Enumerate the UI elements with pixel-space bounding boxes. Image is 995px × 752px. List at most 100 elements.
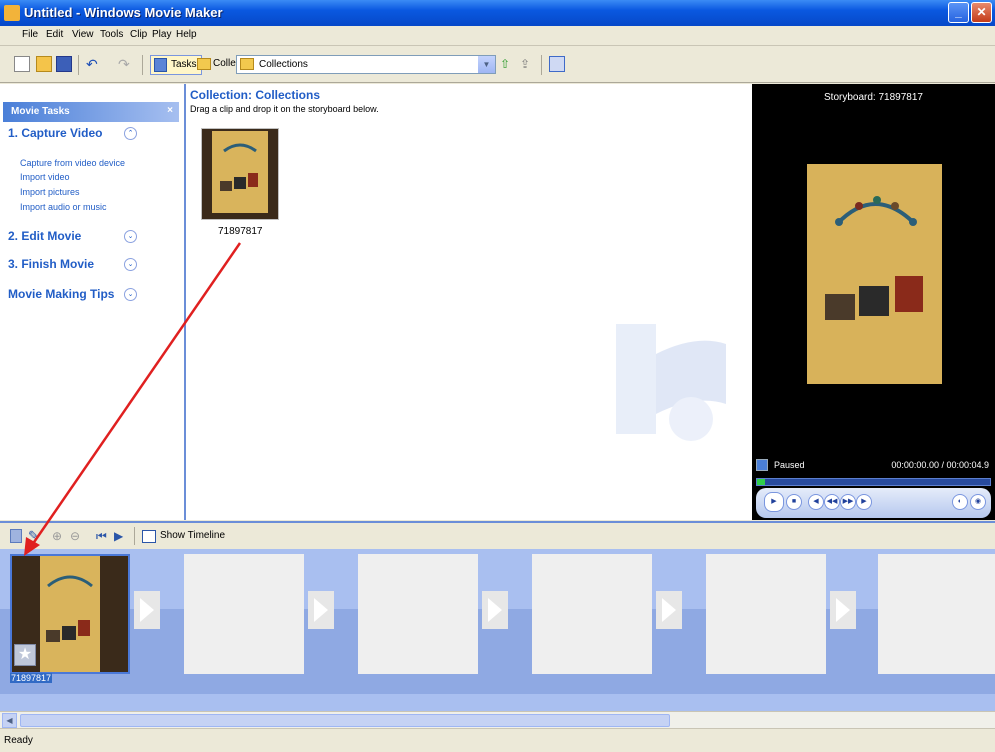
chevron-down-icon[interactable]: ⌄ [124, 288, 137, 301]
new-project-icon[interactable] [14, 56, 30, 72]
toolbar: ↶ ↷ Tasks Collections Collections ▼ ⇧ ⇪ [0, 47, 995, 83]
clip-thumbnail-image [202, 129, 278, 219]
menu-help[interactable]: Help [176, 29, 197, 40]
status-bar: Ready [0, 728, 995, 752]
previous-frame-icon[interactable]: ◀ [808, 494, 824, 510]
app-icon [4, 5, 20, 21]
chevron-down-icon[interactable]: ▼ [478, 56, 495, 73]
playback-time: 00:00:00.00 / 00:00:04.9 [891, 460, 989, 470]
menu-play[interactable]: Play [152, 29, 171, 40]
seek-bar[interactable] [756, 478, 991, 486]
menu-edit[interactable]: Edit [46, 29, 63, 40]
section-movie-making-tips[interactable]: Movie Making Tips [8, 287, 114, 301]
storyboard-frame-empty[interactable] [532, 554, 652, 674]
movie-tasks-header: Movie Tasks × [3, 102, 179, 122]
transition-slot[interactable] [482, 591, 508, 629]
undo-icon[interactable]: ↶ [86, 56, 102, 72]
chevron-up-icon[interactable]: ⌃ [124, 127, 137, 140]
transition-slot[interactable] [308, 591, 334, 629]
next-frame-icon[interactable]: ▶ [856, 494, 872, 510]
collections-folder-icon [240, 58, 254, 70]
movie-maker-window: Untitled - Windows Movie Maker _ ❐ ✕ Fil… [0, 0, 995, 752]
close-icon[interactable]: × [167, 105, 173, 116]
zoom-out-icon[interactable]: ⊖ [70, 529, 86, 545]
menu-view[interactable]: View [72, 29, 94, 40]
menu-file[interactable]: File [22, 29, 38, 40]
play-storyboard-icon[interactable]: ▶ [114, 529, 130, 545]
close-button[interactable]: ✕ [971, 2, 992, 23]
menu-clip[interactable]: Clip [130, 29, 147, 40]
show-timeline-label: Show Timeline [160, 530, 226, 541]
storyboard-scrollbar[interactable]: ◀ [0, 711, 995, 728]
take-picture-icon[interactable]: ◉ [970, 494, 986, 510]
task-capture-from-device[interactable]: Capture from video device [20, 158, 125, 168]
minimize-button[interactable]: _ [948, 2, 969, 23]
storyboard-frame-1[interactable]: ★ [10, 554, 130, 674]
tasks-label: Tasks [171, 59, 197, 70]
tasks-icon [154, 58, 167, 72]
play-icon[interactable]: ▶ [764, 492, 784, 512]
chevron-down-icon[interactable]: ⌄ [124, 258, 137, 271]
zoom-in-icon[interactable]: ⊕ [52, 529, 68, 545]
views-icon[interactable] [549, 56, 565, 72]
show-timeline-button[interactable]: Show Timeline [142, 530, 226, 543]
monitor-title: Storyboard: 71897817 [824, 92, 923, 103]
redo-icon[interactable]: ↷ [118, 56, 134, 72]
new-collection-icon[interactable]: ⇪ [520, 56, 536, 72]
storyboard: ★ 71897817 [0, 549, 995, 711]
toolbar-separator [142, 55, 143, 75]
section-edit-movie[interactable]: 2. Edit Movie [8, 229, 81, 243]
save-project-icon[interactable] [56, 56, 72, 72]
split-clip-icon[interactable]: ◐ [952, 494, 968, 510]
section-finish-movie[interactable]: 3. Finish Movie [8, 257, 94, 271]
storyboard-frame-1-label[interactable]: 71897817 [10, 673, 53, 683]
timeline-icon [142, 530, 156, 543]
monitor-pane: Storyboard: 71897817 Paused 00:00:00.00 … [752, 84, 995, 520]
audio-levels-icon[interactable] [10, 529, 22, 543]
storyboard-frame-empty[interactable] [184, 554, 304, 674]
stop-icon[interactable]: ■ [786, 494, 802, 510]
tasks-button[interactable]: Tasks [150, 55, 202, 75]
video-effects-star-icon[interactable]: ★ [14, 644, 36, 666]
menu-bar: File Edit View Tools Clip Play Help [0, 26, 995, 46]
collections-folder-icon [197, 58, 211, 70]
monitor-size-icon[interactable] [756, 459, 768, 471]
collection-subtitle: Drag a clip and drop it on the storyboar… [190, 104, 379, 114]
menu-tools[interactable]: Tools [100, 29, 123, 40]
scroll-left-icon[interactable]: ◀ [2, 713, 17, 728]
storyboard-frame-empty[interactable] [706, 554, 826, 674]
movie-maker-watermark-icon [616, 324, 726, 441]
transition-slot[interactable] [656, 591, 682, 629]
collections-dropdown[interactable]: Collections ▼ [236, 55, 496, 74]
movie-tasks-title: Movie Tasks [11, 106, 70, 117]
transition-slot[interactable] [134, 591, 160, 629]
toolbar-separator [78, 55, 79, 75]
task-import-video[interactable]: Import video [20, 172, 70, 182]
forward-icon[interactable]: ▶▶ [840, 494, 856, 510]
rewind-storyboard-icon[interactable]: ⏮ [96, 529, 112, 545]
task-import-audio[interactable]: Import audio or music [20, 202, 107, 212]
section-capture-video[interactable]: 1. Capture Video [8, 126, 102, 140]
clip-thumbnail[interactable] [201, 128, 279, 220]
open-project-icon[interactable] [36, 56, 52, 72]
chevron-down-icon[interactable]: ⌄ [124, 230, 137, 243]
narrate-icon[interactable]: ✎ [28, 529, 44, 545]
collection-area: Collection: Collections Drag a clip and … [186, 84, 752, 520]
preview-artwork [807, 164, 942, 384]
clip-label[interactable]: 71897817 [218, 226, 263, 237]
toolbar-separator [134, 527, 135, 545]
up-folder-icon[interactable]: ⇧ [500, 56, 516, 72]
storyboard-toolbar: ✎ ⊕ ⊖ ⏮ ▶ Show Timeline [0, 521, 995, 549]
scrollbar-thumb[interactable] [20, 714, 670, 727]
title-bar: Untitled - Windows Movie Maker _ ❐ ✕ [0, 0, 995, 26]
preview-image [807, 164, 942, 384]
transition-slot[interactable] [830, 591, 856, 629]
movie-tasks-pane: Movie Tasks × 1. Capture Video ⌃ Capture… [0, 84, 184, 520]
rewind-icon[interactable]: ◀◀ [824, 494, 840, 510]
playback-status: Paused [774, 460, 805, 470]
storyboard-frame-empty[interactable] [878, 554, 995, 674]
collection-title: Collection: Collections [190, 88, 321, 102]
storyboard-frame-empty[interactable] [358, 554, 478, 674]
status-text: Ready [4, 735, 33, 746]
task-import-pictures[interactable]: Import pictures [20, 187, 80, 197]
